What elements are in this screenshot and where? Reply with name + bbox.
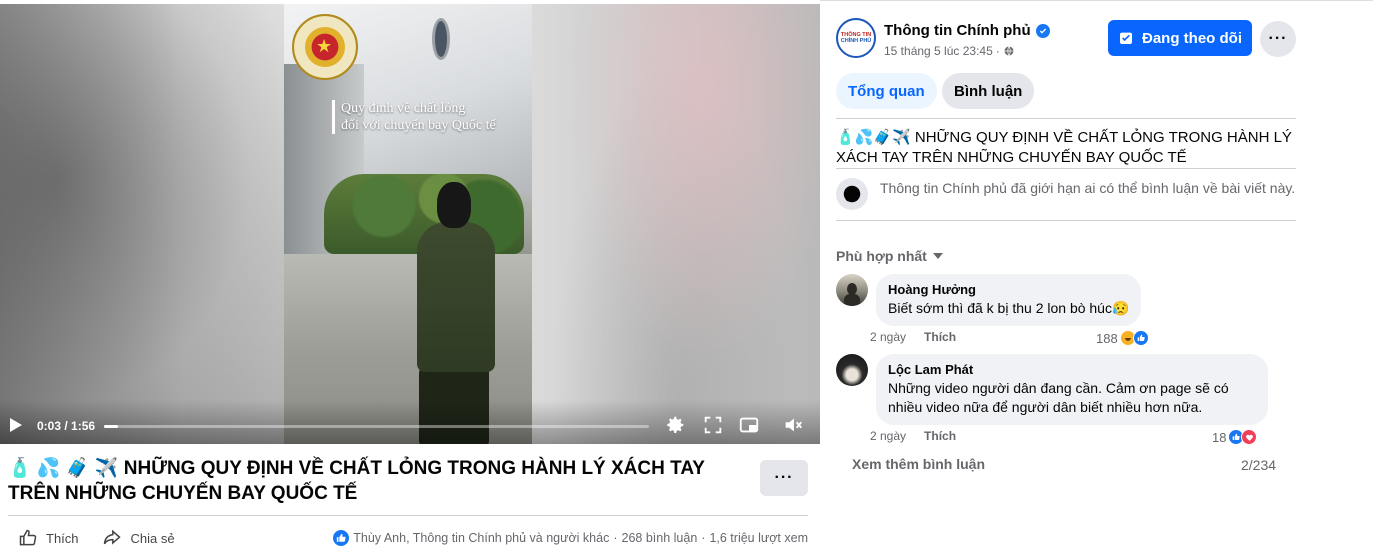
avatar[interactable] bbox=[836, 274, 868, 306]
sort-comments-dropdown[interactable]: Phù hợp nhất bbox=[836, 248, 943, 264]
video-time: 0:03 / 1:56 bbox=[37, 419, 96, 433]
page-avatar[interactable]: THÔNG TIN CHÍNH PHỦ bbox=[836, 18, 876, 58]
comments-count[interactable]: 268 bình luận bbox=[622, 531, 698, 545]
video-frame: ★ Quy định về chất lỏng đối với chuyến b… bbox=[284, 4, 532, 444]
following-button[interactable]: Đang theo dõi bbox=[1108, 20, 1252, 56]
following-check-icon bbox=[1120, 32, 1132, 44]
page-name[interactable]: Thông tin Chính phủ bbox=[884, 22, 1050, 39]
comment-text: Những video người dân đang cần. Cảm ơn p… bbox=[888, 380, 1229, 415]
post-side-panel: THÔNG TIN CHÍNH PHỦ Thông tin Chính phủ … bbox=[820, 0, 1373, 556]
video-blur-right bbox=[532, 4, 820, 444]
comment-counter: 2/234 bbox=[1241, 457, 1277, 473]
tab-comments[interactable]: Bình luận bbox=[942, 73, 1035, 109]
video-progress-fill bbox=[104, 425, 119, 428]
globe-icon bbox=[1004, 46, 1014, 56]
comment-bubble: Hoàng Hưởng Biết sớm thì đã k bị thu 2 l… bbox=[876, 274, 1142, 326]
thumbs-up-icon bbox=[19, 529, 37, 546]
tab-overview[interactable]: Tổng quan bbox=[836, 73, 937, 109]
share-button[interactable]: Chia sẻ bbox=[101, 528, 175, 548]
post-more-button[interactable]: ··· bbox=[760, 460, 808, 496]
ceiling-window bbox=[432, 18, 450, 60]
comment-meta: 2 ngày Thích bbox=[870, 330, 956, 344]
side-post-title: 🧴💦🧳✈️ NHỮNG QUY ĐỊNH VỀ CHẤT LỎNG TRONG … bbox=[836, 129, 1292, 166]
divider bbox=[836, 168, 1296, 169]
settings-gear-icon[interactable] bbox=[664, 414, 686, 436]
comment-author[interactable]: Hoàng Hưởng bbox=[888, 282, 1129, 297]
comment-bubble: Lộc Lam Phát Những video người dân đang … bbox=[876, 354, 1268, 425]
fullscreen-icon[interactable] bbox=[702, 414, 724, 436]
share-icon bbox=[103, 529, 121, 545]
views-count: 1,6 triệu lượt xem bbox=[709, 531, 808, 545]
comment-restricted-icon bbox=[836, 178, 868, 210]
comment-author[interactable]: Lộc Lam Phát bbox=[888, 362, 1256, 377]
like-button[interactable]: Thích bbox=[18, 528, 79, 548]
post-stats: Thùy Anh, Thông tin Chính phủ và người k… bbox=[333, 530, 808, 546]
reactors-text[interactable]: Thùy Anh, Thông tin Chính phủ và người k… bbox=[353, 531, 609, 545]
divider bbox=[8, 515, 808, 516]
video-player[interactable]: ★ Quy định về chất lỏng đối với chuyến b… bbox=[0, 4, 820, 444]
comment-time[interactable]: 2 ngày bbox=[870, 330, 906, 344]
video-controls: 0:03 / 1:56 bbox=[0, 400, 820, 444]
post-timestamp[interactable]: 15 tháng 5 lúc 23:45 bbox=[884, 44, 993, 58]
video-blur-left bbox=[0, 4, 284, 444]
love-reaction-icon bbox=[1241, 429, 1258, 445]
video-progress-bar[interactable] bbox=[104, 425, 649, 428]
post-meta: 15 tháng 5 lúc 23:45 · bbox=[884, 44, 1015, 58]
comment-time[interactable]: 2 ngày bbox=[870, 429, 906, 443]
comment-reactions[interactable]: 188 bbox=[1096, 330, 1149, 346]
caret-down-icon bbox=[932, 253, 943, 259]
immigration-emblem-icon: ★ bbox=[292, 14, 358, 80]
view-more-comments-link[interactable]: Xem thêm bình luận bbox=[852, 456, 985, 472]
divider bbox=[836, 118, 1296, 119]
comment-like-button[interactable]: Thích bbox=[924, 429, 956, 443]
avatar[interactable] bbox=[836, 354, 868, 386]
picture-in-picture-icon[interactable] bbox=[738, 414, 760, 436]
mute-icon[interactable] bbox=[782, 414, 804, 436]
comment-like-button[interactable]: Thích bbox=[924, 330, 956, 344]
divider bbox=[836, 220, 1296, 221]
like-reaction-icon bbox=[333, 530, 350, 546]
video-overlay-title: Quy định về chất lỏng đối với chuyến bay… bbox=[332, 100, 496, 134]
verified-badge-icon bbox=[1035, 23, 1050, 38]
side-more-button[interactable]: ··· bbox=[1260, 21, 1296, 57]
play-icon[interactable] bbox=[10, 418, 22, 432]
comment-meta: 2 ngày Thích bbox=[870, 429, 956, 443]
comment-reactions[interactable]: 18 bbox=[1212, 429, 1258, 445]
post-title: 🧴 💦 🧳 ✈️ NHỮNG QUY ĐỊNH VỀ CHẤT LỎNG TRO… bbox=[8, 458, 705, 504]
post-actions: Thích Chia sẻ bbox=[18, 528, 175, 548]
comment-restriction-notice: Thông tin Chính phủ đã giới hạn ai có th… bbox=[836, 178, 1296, 210]
like-reaction-icon bbox=[1132, 330, 1149, 346]
comment-text: Biết sớm thì đã k bị thu 2 lon bò húc😥 bbox=[888, 300, 1130, 316]
